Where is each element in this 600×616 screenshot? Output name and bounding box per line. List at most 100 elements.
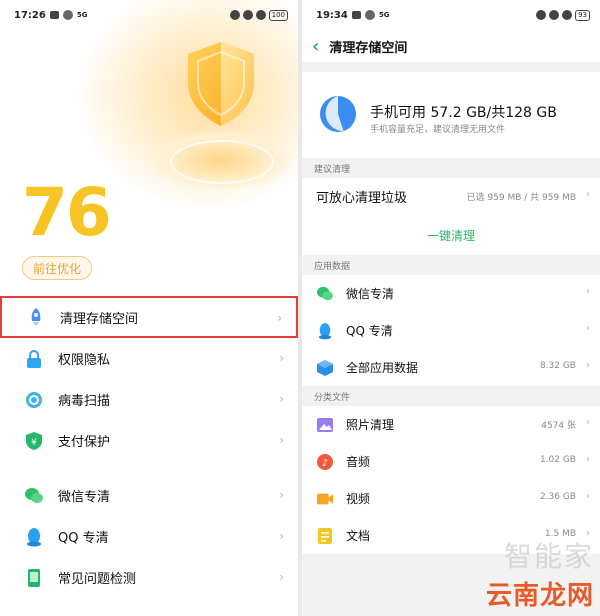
chevron-right-icon: › bbox=[586, 323, 590, 334]
lock-icon bbox=[24, 349, 44, 369]
list-item-safe-junk[interactable]: 可放心清理垃圾 已选 959 MB / 共 959 MB › bbox=[302, 178, 600, 215]
virus-scan-icon bbox=[24, 390, 44, 410]
app-bar: ‹ 清理存储空间 bbox=[302, 30, 600, 62]
files-card: 照片清理 4574 张 › ♪ 音频 1.02 GB › 视频 2.36 GB … bbox=[302, 406, 600, 554]
list-item-label: 全部应用数据 bbox=[346, 361, 419, 375]
status-bar: 19:34 5G 93 bbox=[302, 0, 600, 30]
list-gap bbox=[0, 461, 298, 475]
one-key-clean-button[interactable]: 一键清理 bbox=[302, 215, 600, 255]
site-watermark: 智能家 云南龙网 bbox=[486, 535, 594, 612]
storage-hint: 手机容量充足，建议清理无用文件 bbox=[370, 125, 506, 135]
chevron-right-icon: › bbox=[279, 529, 284, 543]
list-item-photos[interactable]: 照片清理 4574 张 › bbox=[302, 406, 600, 443]
svg-text:♪: ♪ bbox=[322, 458, 328, 469]
list-item-label: 音频 bbox=[346, 455, 371, 469]
list-item-value: 8.32 GB bbox=[539, 361, 576, 371]
chevron-right-icon: › bbox=[586, 491, 590, 502]
section-header-suggest: 建议清理 bbox=[314, 164, 351, 175]
list-item-label: 文档 bbox=[346, 529, 371, 543]
svg-text:¥: ¥ bbox=[31, 438, 37, 448]
battery-indicator: 93 bbox=[575, 9, 590, 21]
list-item-label: 常见问题检测 bbox=[58, 572, 137, 587]
photo-icon bbox=[316, 416, 334, 434]
back-arrow-icon[interactable]: ‹ bbox=[312, 36, 319, 57]
page-title: 清理存储空间 bbox=[329, 40, 408, 56]
watermark-bottom-text: 云南龙网 bbox=[485, 581, 594, 611]
chevron-right-icon: › bbox=[277, 311, 282, 325]
list-item-label: 微信专清 bbox=[346, 287, 395, 301]
list-item-problem-check[interactable]: 常见问题检测 › bbox=[0, 557, 298, 598]
alarm-icon bbox=[255, 10, 266, 20]
list-item-value: 1.02 GB bbox=[539, 455, 576, 465]
eye-icon bbox=[229, 10, 240, 20]
list-item-label: 清理存储空间 bbox=[60, 311, 139, 327]
list-item-privacy[interactable]: 权限隐私 › bbox=[0, 338, 298, 379]
qq-penguin-icon bbox=[24, 527, 44, 547]
watermark-top-text: 智能家 bbox=[503, 540, 594, 573]
list-item-all-app-data[interactable]: 全部应用数据 8.32 GB › bbox=[302, 349, 600, 386]
rocket-icon bbox=[26, 307, 46, 327]
wechat-icon bbox=[316, 285, 334, 303]
signal-icon bbox=[49, 11, 59, 19]
chevron-right-icon: › bbox=[586, 189, 590, 200]
list-item-value: 4574 张 bbox=[541, 421, 576, 431]
alarm-icon bbox=[562, 10, 573, 20]
dnd-icon bbox=[242, 10, 253, 20]
status-bar: 17:26 5G 100 bbox=[0, 0, 298, 30]
optimize-button[interactable]: 前往优化 bbox=[22, 256, 92, 280]
phone-check-icon bbox=[24, 568, 44, 588]
list-item-label: 微信专清 bbox=[58, 490, 111, 505]
payment-shield-icon: ¥ bbox=[24, 431, 44, 451]
battery-indicator: 100 bbox=[268, 9, 288, 21]
chevron-right-icon: › bbox=[586, 360, 590, 371]
left-screen: 17:26 5G 100 76 前往优化 清理存储空间 › 权限隐私 › 病毒扫… bbox=[0, 0, 298, 616]
list-item-label: 支付保护 bbox=[58, 435, 111, 450]
app-data-card: 微信专清 › QQ 专清 › 全部应用数据 8.32 GB › bbox=[302, 275, 600, 386]
chevron-right-icon: › bbox=[279, 433, 284, 447]
list-item-virus-scan[interactable]: 病毒扫描 › bbox=[0, 379, 298, 420]
list-item-qq-clean[interactable]: QQ 专清 › bbox=[302, 312, 600, 349]
storage-pie-icon bbox=[320, 96, 356, 132]
music-icon: ♪ bbox=[316, 453, 334, 471]
shield-pedestal bbox=[150, 130, 290, 190]
dnd-icon bbox=[549, 10, 560, 20]
list-item-value: 2.36 GB bbox=[539, 492, 576, 502]
chevron-right-icon: › bbox=[586, 417, 590, 428]
wifi-icon bbox=[62, 10, 73, 20]
storage-summary: 手机可用 57.2 GB/共128 GB 手机容量充足，建议清理无用文件 bbox=[302, 72, 600, 158]
chevron-right-icon: › bbox=[586, 286, 590, 297]
storage-available: 手机可用 57.2 GB/共128 GB bbox=[370, 105, 557, 121]
chevron-right-icon: › bbox=[279, 488, 284, 502]
list-item-label: QQ 专清 bbox=[58, 531, 109, 546]
chevron-right-icon: › bbox=[279, 392, 284, 406]
signal-icon bbox=[351, 11, 361, 19]
chevron-right-icon: › bbox=[279, 351, 284, 365]
list-item-label: 照片清理 bbox=[346, 418, 395, 432]
document-icon bbox=[316, 527, 334, 545]
list-item-label: QQ 专清 bbox=[346, 324, 393, 338]
qq-penguin-icon bbox=[316, 322, 334, 340]
chevron-right-icon: › bbox=[279, 570, 284, 584]
cube-icon bbox=[316, 359, 334, 377]
list-item-audio[interactable]: ♪ 音频 1.02 GB › bbox=[302, 443, 600, 480]
list-item-wechat-clean[interactable]: 微信专清 › bbox=[302, 275, 600, 312]
video-icon bbox=[316, 490, 334, 508]
list-item-wechat-clean[interactable]: 微信专清 › bbox=[0, 475, 298, 516]
right-screen: 19:34 5G 93 ‹ 清理存储空间 手机可用 57.2 GB/共128 G… bbox=[302, 0, 600, 616]
section-header-app-data: 应用数据 bbox=[314, 261, 351, 272]
section-header-files: 分类文件 bbox=[314, 392, 351, 403]
list-item-payment-protect[interactable]: ¥ 支付保护 › bbox=[0, 420, 298, 461]
feature-list: 清理存储空间 › 权限隐私 › 病毒扫描 › ¥ 支付保护 › 微信专清 › Q… bbox=[0, 296, 298, 598]
eye-icon bbox=[536, 10, 547, 20]
list-item-value: 已选 959 MB / 共 959 MB bbox=[466, 193, 576, 203]
wifi-icon bbox=[364, 10, 375, 20]
list-item-label: 病毒扫描 bbox=[58, 394, 111, 409]
chevron-right-icon: › bbox=[586, 454, 590, 465]
list-item-label: 可放心清理垃圾 bbox=[316, 191, 408, 206]
divider bbox=[302, 62, 600, 72]
list-item-video[interactable]: 视频 2.36 GB › bbox=[302, 480, 600, 517]
list-item-qq-clean[interactable]: QQ 专清 › bbox=[0, 516, 298, 557]
health-score: 76 bbox=[22, 174, 112, 251]
status-time: 17:26 bbox=[14, 9, 46, 21]
list-item-clean-storage[interactable]: 清理存储空间 › bbox=[0, 296, 298, 338]
